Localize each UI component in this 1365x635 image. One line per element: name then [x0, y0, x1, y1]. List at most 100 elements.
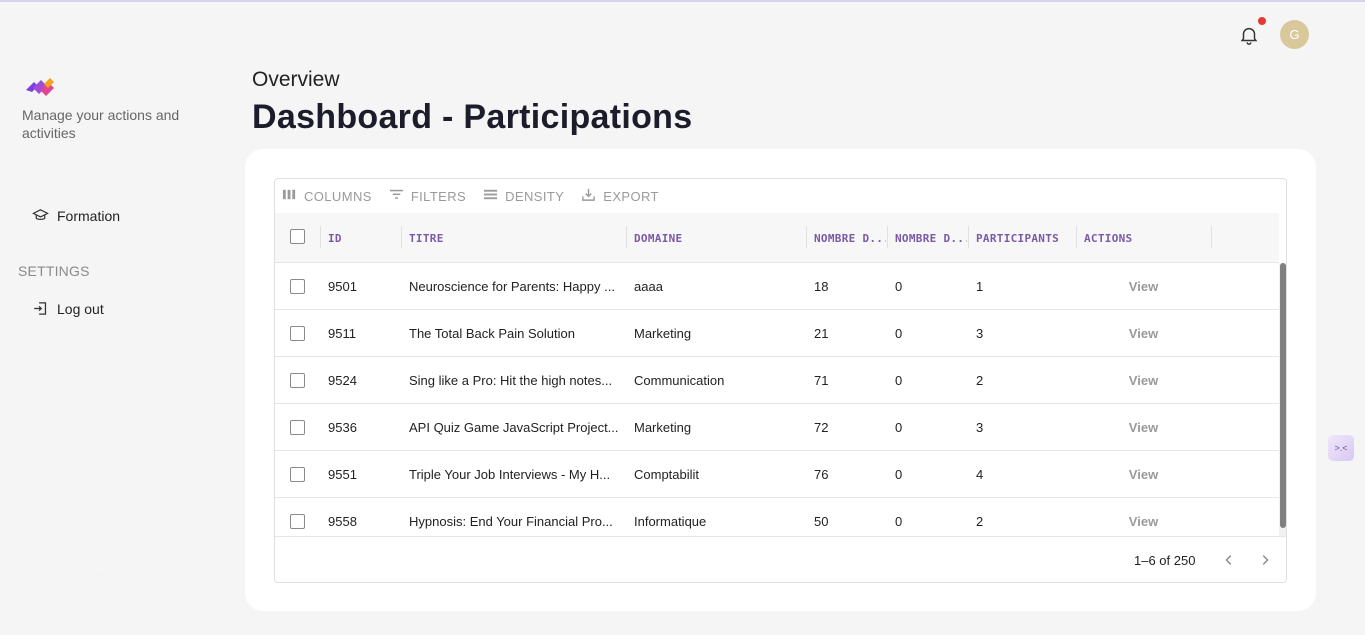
- cell-participants: 4: [976, 467, 984, 482]
- cell-nombre-1: 72: [814, 420, 829, 435]
- cell-titre-text: Triple Your Job Interviews - My H...: [409, 467, 611, 482]
- cell-id: 9551: [328, 467, 357, 482]
- column-separator[interactable]: [320, 226, 321, 248]
- cell-id: 9524: [328, 373, 357, 388]
- column-separator[interactable]: [1076, 226, 1077, 248]
- table-row[interactable]: 9558 Hypnosis: End Your Financial Pro...…: [275, 498, 1279, 536]
- cell-participants: 3: [976, 420, 984, 435]
- cell-actions: View: [1076, 498, 1211, 536]
- cell-id: 9501: [328, 279, 357, 294]
- cell-nombre-1: 50: [814, 514, 829, 529]
- cell-actions: View: [1076, 404, 1211, 451]
- table-row[interactable]: 9551 Triple Your Job Interviews - My H..…: [275, 451, 1279, 498]
- copyright-text: Grenade 2021: [62, 563, 133, 575]
- cell-participants: 2: [976, 373, 984, 388]
- logout-button[interactable]: Log out: [32, 300, 104, 317]
- cell-domaine: Informatique: [634, 514, 707, 529]
- columns-button[interactable]: COLUMNS: [282, 187, 372, 205]
- cell-titre: API Quiz Game JavaScript Project...: [401, 404, 621, 451]
- chevron-right-icon[interactable]: [1255, 550, 1275, 570]
- cell-id: 9511: [328, 326, 356, 341]
- cell-titre: Sing like a Pro: Hit the high notes...: [401, 357, 621, 404]
- row-checkbox[interactable]: [290, 326, 305, 341]
- cell-nombre-2: 0: [895, 326, 903, 341]
- column-header-domaine[interactable]: DOMAINE: [626, 213, 806, 263]
- table-header: ID TITRE DOMAINE NOMBRE D... NOMBRE D...…: [275, 213, 1279, 263]
- cell-nombre-2: 0: [895, 514, 903, 529]
- row-checkbox[interactable]: [290, 420, 305, 435]
- notification-dot: [1258, 17, 1266, 25]
- view-button[interactable]: View: [1129, 326, 1158, 341]
- filters-label: FILTERS: [410, 188, 467, 204]
- cell-titre-text: Hypnosis: End Your Financial Pro...: [409, 514, 613, 529]
- column-header-nombre-1[interactable]: NOMBRE D...: [806, 213, 886, 263]
- logout-label: Log out: [57, 300, 104, 317]
- data-grid: COLUMNS FILTERS DENSITY EXPORT ID TITRE …: [274, 178, 1287, 583]
- view-button[interactable]: View: [1129, 467, 1158, 482]
- row-checkbox[interactable]: [290, 514, 305, 529]
- breadcrumb: Overview: [252, 68, 340, 91]
- table-row[interactable]: 9511 The Total Back Pain Solution Market…: [275, 310, 1279, 357]
- view-button[interactable]: View: [1129, 373, 1158, 388]
- row-checkbox[interactable]: [290, 467, 305, 482]
- cell-domaine: Marketing: [634, 420, 692, 435]
- cell-actions: View: [1076, 310, 1211, 357]
- download-icon: [581, 187, 596, 205]
- cell-nombre-1: 21: [814, 326, 829, 341]
- cell-nombre-1: 76: [814, 467, 829, 482]
- column-separator[interactable]: [968, 226, 969, 248]
- cell-domaine: aaaa: [634, 279, 663, 294]
- view-button[interactable]: View: [1129, 420, 1158, 435]
- page-title: Dashboard - Participations: [252, 98, 693, 136]
- bell-icon[interactable]: [1238, 24, 1260, 46]
- density-button[interactable]: DENSITY: [483, 187, 564, 205]
- column-separator[interactable]: [887, 226, 888, 248]
- filter-icon: [389, 187, 404, 205]
- cell-domaine: Marketing: [634, 326, 692, 341]
- view-button[interactable]: View: [1129, 279, 1158, 294]
- column-header-titre[interactable]: TITRE: [401, 213, 625, 263]
- cell-id: 9536: [328, 420, 357, 435]
- collapse-widget-icon[interactable]: >.<: [1328, 435, 1354, 461]
- sidebar-item-formation[interactable]: Formation: [32, 207, 120, 224]
- scrollbar-thumb[interactable]: [1280, 263, 1286, 528]
- cell-titre: Hypnosis: End Your Financial Pro...: [401, 498, 621, 536]
- column-separator[interactable]: [806, 226, 807, 248]
- column-separator[interactable]: [401, 226, 402, 248]
- row-checkbox[interactable]: [290, 279, 305, 294]
- table-body: 9501 Neuroscience for Parents: Happy ...…: [275, 263, 1279, 536]
- cell-nombre-2: 0: [895, 373, 903, 388]
- export-button[interactable]: EXPORT: [581, 187, 659, 205]
- density-icon: [483, 187, 498, 205]
- table-row[interactable]: 9524 Sing like a Pro: Hit the high notes…: [275, 357, 1279, 404]
- avatar[interactable]: G: [1280, 20, 1309, 49]
- table-row[interactable]: 9501 Neuroscience for Parents: Happy ...…: [275, 263, 1279, 310]
- cell-actions: View: [1076, 357, 1211, 404]
- columns-icon: [282, 187, 297, 205]
- column-header-nombre-2[interactable]: NOMBRE D...: [887, 213, 967, 263]
- column-header-participants[interactable]: PARTICIPANTS: [968, 213, 1076, 263]
- logout-icon: [32, 300, 49, 317]
- cell-nombre-2: 0: [895, 467, 903, 482]
- cell-nombre-2: 0: [895, 420, 903, 435]
- column-header-actions[interactable]: ACTIONS: [1076, 213, 1211, 263]
- column-separator[interactable]: [1211, 226, 1212, 248]
- cell-titre-text: API Quiz Game JavaScript Project...: [409, 420, 619, 435]
- cell-titre-text: Neuroscience for Parents: Happy ...: [409, 279, 615, 294]
- cell-titre: The Total Back Pain Solution: [401, 310, 621, 357]
- table-row[interactable]: 9536 API Quiz Game JavaScript Project...…: [275, 404, 1279, 451]
- filters-button[interactable]: FILTERS: [389, 187, 466, 205]
- density-label: DENSITY: [505, 188, 565, 204]
- pagination-text: 1–6 of 250: [1134, 553, 1196, 568]
- column-header-id[interactable]: ID: [320, 213, 400, 263]
- table-footer: 1–6 of 250: [275, 536, 1286, 582]
- row-checkbox[interactable]: [290, 373, 305, 388]
- export-label: EXPORT: [603, 188, 659, 204]
- select-all-checkbox[interactable]: [290, 229, 305, 244]
- cell-nombre-2: 0: [895, 279, 903, 294]
- chevron-left-icon[interactable]: [1219, 550, 1239, 570]
- cell-actions: View: [1076, 263, 1211, 310]
- cell-nombre-1: 71: [814, 373, 829, 388]
- view-button[interactable]: View: [1129, 514, 1158, 529]
- column-separator[interactable]: [626, 226, 627, 248]
